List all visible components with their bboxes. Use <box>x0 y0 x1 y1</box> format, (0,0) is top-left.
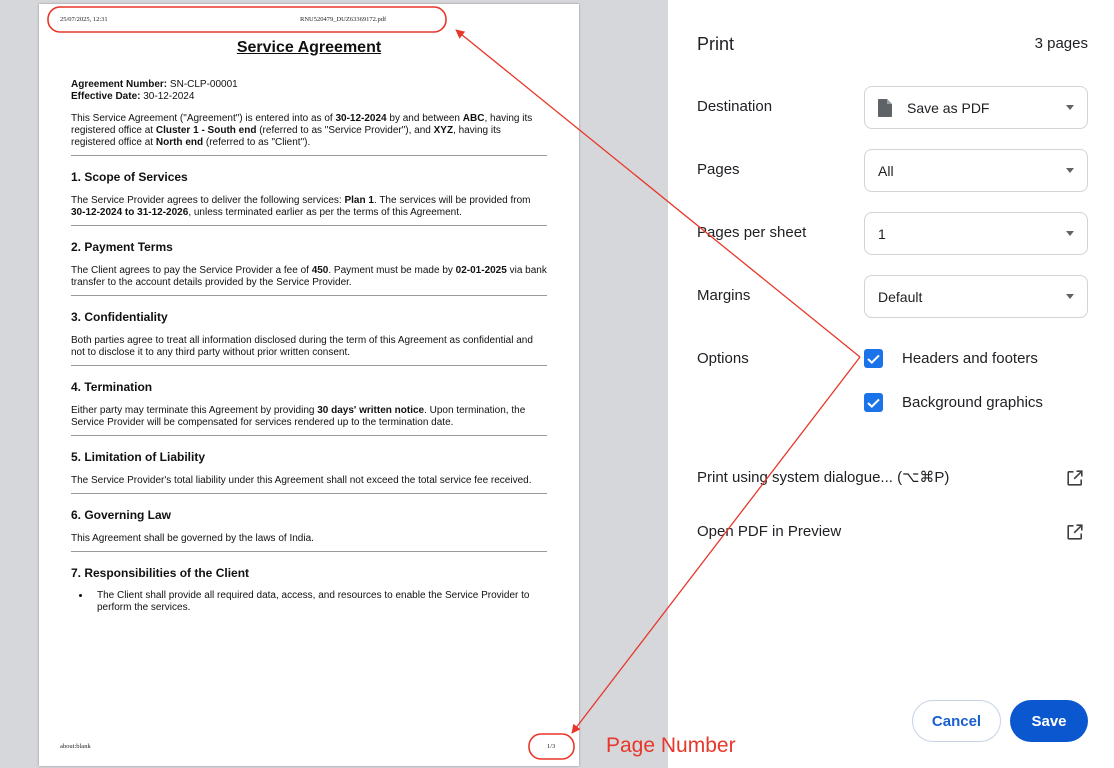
chevron-down-icon <box>1066 294 1074 299</box>
section-heading: 6. Governing Law <box>71 508 172 522</box>
list-item: The Client shall provide all required da… <box>91 590 547 614</box>
destination-label: Destination <box>697 98 773 115</box>
section-text: Both parties agree to treat all informat… <box>71 335 533 358</box>
open-pdf-preview-link[interactable]: Open PDF in Preview <box>697 522 841 542</box>
file-icon <box>878 98 892 117</box>
section-heading: 4. Termination <box>71 380 153 394</box>
header-filename: RNU520479_DUZ63369172.pdf <box>300 16 387 23</box>
effective-date-line: Effective Date: 30-12-2024 <box>71 91 195 102</box>
panel-title: Print <box>697 34 735 54</box>
headers-footers-checkbox[interactable] <box>864 349 883 368</box>
divider <box>71 551 547 552</box>
pages-select[interactable]: All <box>864 149 1088 192</box>
section-text: Either party may terminate this Agreemen… <box>71 405 526 428</box>
footer-page-number: 1/3 <box>547 743 556 750</box>
divider <box>71 435 547 436</box>
section-text: The Client agrees to pay the Service Pro… <box>71 265 547 288</box>
headers-footers-label[interactable]: Headers and footers <box>902 349 1038 369</box>
background-graphics-label[interactable]: Background graphics <box>902 393 1043 413</box>
divider <box>71 155 547 156</box>
section-heading: 1. Scope of Services <box>71 170 188 184</box>
margins-select[interactable]: Default <box>864 275 1088 318</box>
preview-page: 25/07/2025, 12:31 RNU520479_DUZ63369172.… <box>39 4 579 766</box>
section-heading: 3. Confidentiality <box>71 310 168 324</box>
open-external-icon[interactable] <box>1067 524 1083 540</box>
pages-per-sheet-select[interactable]: 1 <box>864 212 1088 255</box>
pages-per-sheet-value: 1 <box>878 225 886 242</box>
options-label: Options <box>697 350 749 367</box>
divider <box>71 225 547 226</box>
open-external-icon[interactable] <box>1067 470 1083 486</box>
agreement-number-line: Agreement Number: SN-CLP-00001 <box>71 79 238 90</box>
section-heading: 7. Responsibilities of the Client <box>71 566 250 580</box>
checkmark-icon <box>867 398 880 408</box>
section-heading: 2. Payment Terms <box>71 240 173 254</box>
section-heading: 5. Limitation of Liability <box>71 450 206 464</box>
margins-value: Default <box>878 288 923 305</box>
destination-value: Save as PDF <box>907 99 990 116</box>
chevron-down-icon <box>1066 105 1074 110</box>
save-button[interactable]: Save <box>1010 700 1088 742</box>
section-text: This Agreement shall be governed by the … <box>71 533 314 544</box>
pages-per-sheet-label: Pages per sheet <box>697 224 807 241</box>
intro-paragraph: This Service Agreement ("Agreement") is … <box>71 113 533 148</box>
chevron-down-icon <box>1066 168 1074 173</box>
background-graphics-checkbox[interactable] <box>864 393 883 412</box>
divider <box>71 295 547 296</box>
page-count: 3 pages <box>1034 35 1088 52</box>
header-date: 25/07/2025, 12:31 <box>60 16 108 23</box>
system-dialog-link[interactable]: Print using system dialogue... (⌥⌘P) <box>697 468 949 488</box>
divider <box>71 365 547 366</box>
destination-select[interactable]: Save as PDF <box>864 86 1088 129</box>
print-settings-panel: Print 3 pages Destination Save as PDF Pa… <box>668 0 1114 768</box>
bullet-list: The Client shall provide all required da… <box>71 590 547 614</box>
margins-label: Margins <box>697 287 751 304</box>
pages-value: All <box>878 162 894 179</box>
document-body: Service Agreement Agreement Number: SN-C… <box>71 38 547 614</box>
print-preview-area[interactable]: 25/07/2025, 12:31 RNU520479_DUZ63369172.… <box>0 0 668 768</box>
pages-label: Pages <box>697 161 740 178</box>
cancel-button[interactable]: Cancel <box>912 700 1001 742</box>
page-number-annotation: Page Number <box>606 734 736 757</box>
document-title: Service Agreement <box>236 39 382 56</box>
section-text: The Service Provider's total liability u… <box>71 475 532 486</box>
footer-url: about:blank <box>60 743 91 750</box>
section-text: The Service Provider agrees to deliver t… <box>71 195 531 218</box>
chevron-down-icon <box>1066 231 1074 236</box>
divider <box>71 493 547 494</box>
checkmark-icon <box>867 354 880 364</box>
